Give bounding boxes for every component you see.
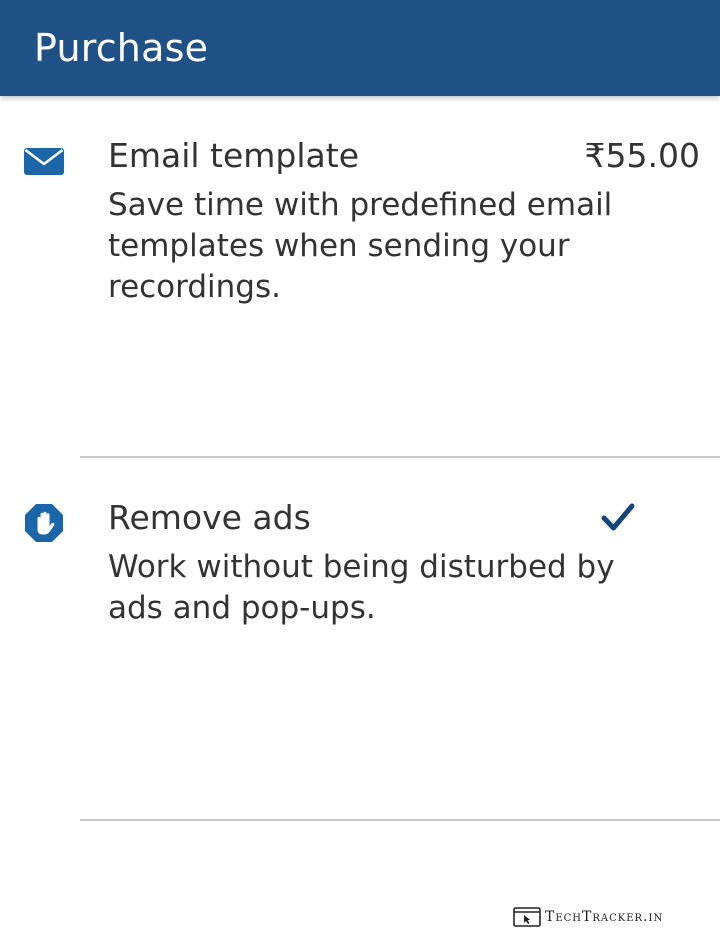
browser-cursor-icon [513, 907, 541, 927]
envelope-icon [24, 141, 64, 181]
item-title: Remove ads [108, 498, 311, 537]
hand-stop-icon [24, 503, 64, 543]
check-icon [601, 502, 635, 534]
page-title: Purchase [34, 26, 209, 70]
item-price: ₹55.00 [584, 136, 700, 175]
item-title: Email template [108, 136, 360, 175]
app-bar: Purchase [0, 0, 720, 96]
watermark: TechTracker.in [513, 906, 663, 928]
item-description: Work without being disturbed by ads and … [108, 549, 615, 626]
divider [80, 819, 720, 821]
purchase-item-email-template[interactable]: Email template ₹55.00 Save time with pre… [0, 96, 720, 458]
purchase-item-remove-ads[interactable]: Remove ads Work without being disturbed … [0, 458, 720, 822]
purchase-screen: Purchase Email template ₹55.00 Save time… [0, 0, 720, 947]
watermark-text: TechTracker.in [545, 909, 664, 925]
item-description: Save time with predefined email template… [108, 187, 613, 305]
